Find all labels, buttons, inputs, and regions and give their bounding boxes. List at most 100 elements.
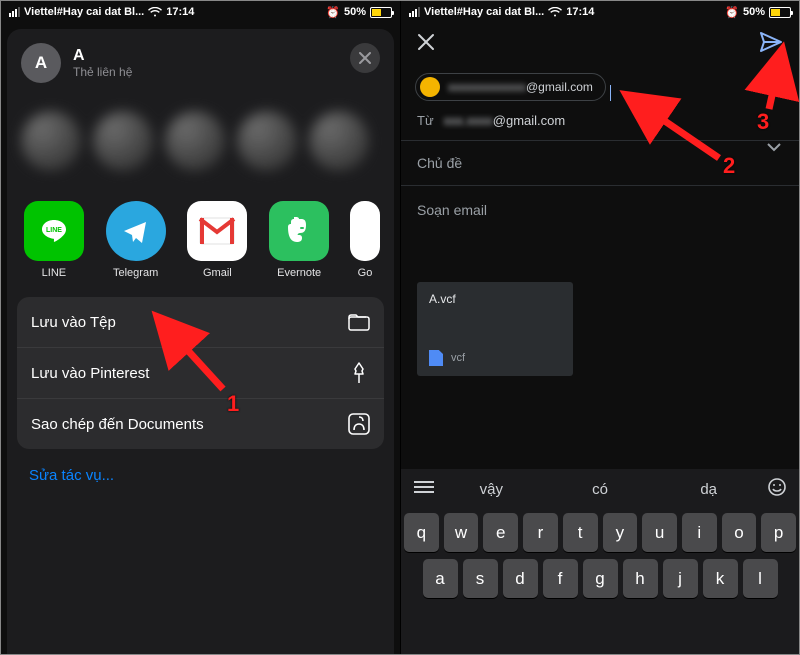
key-row-1: q w e r t y u i o p <box>404 513 796 552</box>
edit-actions[interactable]: Sửa tác vụ... <box>7 449 394 502</box>
recipient-email: xxxxxxxxxxxxx@gmail.com <box>448 80 593 94</box>
airdrop-contacts[interactable] <box>7 95 394 187</box>
from-label: Từ <box>417 113 434 128</box>
key-j[interactable]: j <box>663 559 698 598</box>
right-phone: Viettel#Hay cai dat Bl... 17:14 ⏰ 50% <box>400 1 799 654</box>
key-p[interactable]: p <box>761 513 796 552</box>
text-cursor <box>610 85 612 101</box>
action-label: Lưu vào Tệp <box>31 314 116 331</box>
key-q[interactable]: q <box>404 513 439 552</box>
action-copy-documents[interactable]: Sao chép đến Documents <box>17 398 384 449</box>
close-icon <box>359 52 371 64</box>
close-button[interactable] <box>350 43 380 73</box>
key-r[interactable]: r <box>523 513 558 552</box>
action-label: Lưu vào Pinterest <box>31 365 149 382</box>
key-d[interactable]: d <box>503 559 538 598</box>
contact-name: A <box>73 47 132 65</box>
send-icon <box>759 31 783 53</box>
app-row: LINE LINE Telegram Gmail Evernote <box>7 187 394 285</box>
time-text: 17:14 <box>166 6 194 18</box>
attachment-card[interactable]: A.vcf vcf <box>417 282 573 376</box>
from-row[interactable]: Từ xxx.xxxx@gmail.com <box>401 103 799 141</box>
key-row-2: a s d f g h j k l <box>404 559 796 598</box>
battery-icon <box>370 7 392 18</box>
suggestion-3[interactable]: dạ <box>654 481 763 498</box>
attachment-type: vcf <box>451 352 465 364</box>
action-save-pinterest[interactable]: Lưu vào Pinterest <box>17 347 384 398</box>
emoji-button[interactable] <box>763 477 787 501</box>
app-gmail[interactable]: Gmail <box>187 201 249 279</box>
compose-close-button[interactable] <box>417 31 435 57</box>
expand-recipients-button[interactable] <box>767 139 781 157</box>
share-sheet: A A Thẻ liên hệ LINE LINE Te <box>7 29 394 654</box>
app-label: LINE <box>42 267 66 279</box>
left-phone: Viettel#Hay cai dat Bl... 17:14 ⏰ 50% A … <box>1 1 400 654</box>
app-line[interactable]: LINE LINE <box>23 201 85 279</box>
key-g[interactable]: g <box>583 559 618 598</box>
svg-text:LINE: LINE <box>46 227 62 234</box>
key-y[interactable]: y <box>603 513 638 552</box>
to-recipient-chip[interactable]: xxxxxxxxxxxxx@gmail.com <box>415 73 606 101</box>
key-f[interactable]: f <box>543 559 578 598</box>
compose-screen: xxxxxxxxxxxxx@gmail.com Từ xxx.xxxx@gmai… <box>401 21 799 654</box>
app-evernote[interactable]: Evernote <box>268 201 330 279</box>
google-icon <box>350 201 380 261</box>
send-button[interactable] <box>759 31 783 58</box>
contact-sub: Thẻ liên hệ <box>73 65 132 79</box>
key-h[interactable]: h <box>623 559 658 598</box>
line-icon: LINE <box>24 201 84 261</box>
subject-field[interactable]: Chủ đề <box>401 141 799 186</box>
app-telegram[interactable]: Telegram <box>105 201 167 279</box>
wifi-icon <box>548 7 562 17</box>
action-label: Sao chép đến Documents <box>31 416 204 433</box>
key-k[interactable]: k <box>703 559 738 598</box>
emoji-icon <box>767 477 787 497</box>
status-bar: Viettel#Hay cai dat Bl... 17:14 ⏰ 50% <box>1 1 400 21</box>
key-t[interactable]: t <box>563 513 598 552</box>
body-field[interactable]: Soạn email A.vcf vcf <box>401 186 799 469</box>
key-a[interactable]: a <box>423 559 458 598</box>
key-u[interactable]: u <box>642 513 677 552</box>
app-label: Telegram <box>113 267 158 279</box>
keyboard-menu-button[interactable] <box>413 480 437 498</box>
status-bar: Viettel#Hay cai dat Bl... 17:14 ⏰ 50% <box>401 1 799 21</box>
folder-icon <box>348 311 370 333</box>
body-placeholder: Soạn email <box>417 202 487 218</box>
close-icon <box>417 33 435 51</box>
battery-pct: 50% <box>344 6 366 18</box>
signal-icon <box>409 7 420 17</box>
gmail-icon <box>187 201 247 261</box>
file-icon <box>429 350 443 366</box>
app-google[interactable]: Go <box>350 201 380 279</box>
suggestion-1[interactable]: vậy <box>437 481 546 498</box>
menu-icon <box>413 480 435 494</box>
key-l[interactable]: l <box>743 559 778 598</box>
suggestion-2[interactable]: có <box>546 481 655 498</box>
signal-icon <box>9 7 20 17</box>
pin-icon <box>348 362 370 384</box>
app-label: Evernote <box>277 267 321 279</box>
documents-icon <box>348 413 370 435</box>
recipient-avatar <box>420 77 440 97</box>
battery-icon <box>769 7 791 18</box>
key-e[interactable]: e <box>483 513 518 552</box>
wifi-icon <box>148 7 162 17</box>
from-email: xxx.xxxx@gmail.com <box>444 113 566 128</box>
time-text: 17:14 <box>566 6 594 18</box>
key-o[interactable]: o <box>722 513 757 552</box>
battery-pct: 50% <box>743 6 765 18</box>
key-i[interactable]: i <box>682 513 717 552</box>
telegram-icon <box>106 201 166 261</box>
chevron-down-icon <box>767 142 781 152</box>
action-save-files[interactable]: Lưu vào Tệp <box>17 297 384 347</box>
keyboard: vậy có dạ q w e r t y u <box>401 469 799 654</box>
carrier-text: Viettel#Hay cai dat Bl... <box>424 6 544 18</box>
app-label: Go <box>358 267 373 279</box>
key-w[interactable]: w <box>444 513 479 552</box>
alarm-icon: ⏰ <box>326 6 340 19</box>
actions-list: Lưu vào Tệp Lưu vào Pinterest Sao chép đ… <box>17 297 384 449</box>
contact-avatar: A <box>21 43 61 83</box>
evernote-icon <box>269 201 329 261</box>
carrier-text: Viettel#Hay cai dat Bl... <box>24 6 144 18</box>
key-s[interactable]: s <box>463 559 498 598</box>
